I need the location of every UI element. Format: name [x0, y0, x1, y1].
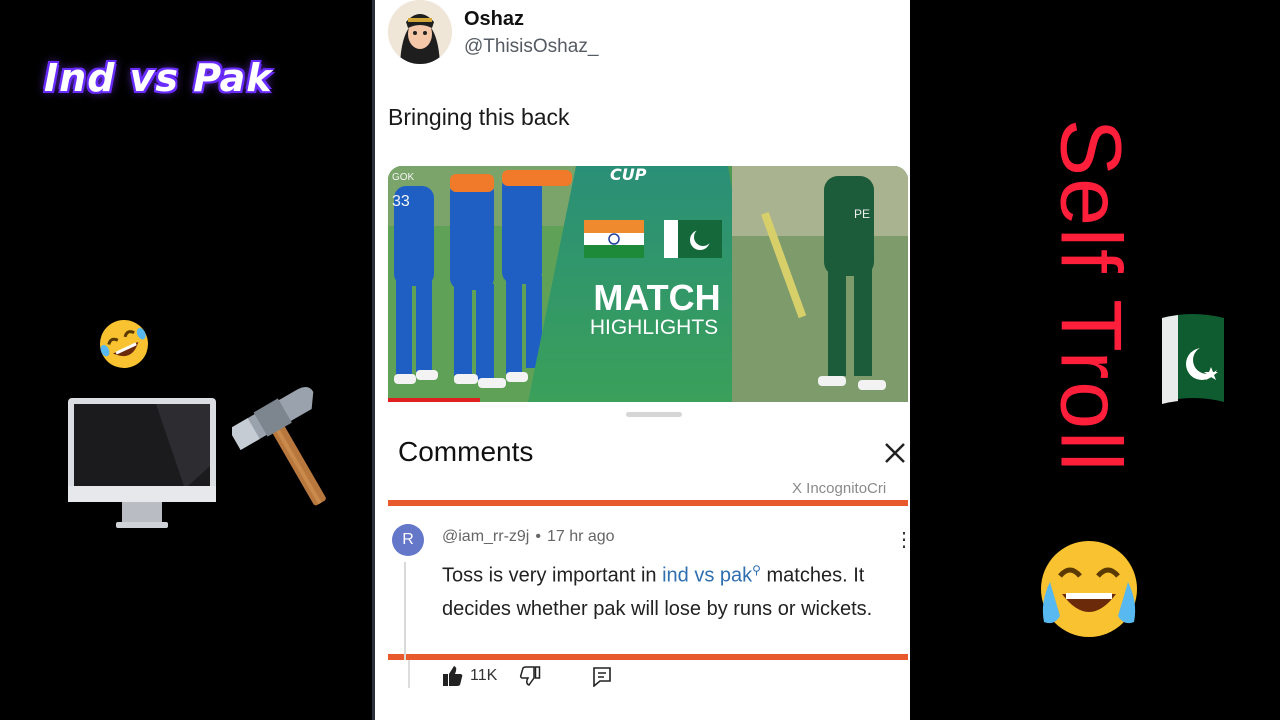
thumbs-down-icon[interactable] [519, 665, 541, 687]
thumbs-up-icon[interactable] [442, 665, 464, 687]
svg-text:CUP: CUP [610, 166, 647, 184]
video-progress-bar[interactable] [388, 398, 480, 402]
ind-vs-pak-caption: Ind vs Pak [44, 56, 273, 100]
pakistan-flag-icon [1162, 314, 1224, 404]
comment-username[interactable]: @iam_rr-z9j [442, 528, 529, 545]
user-handle[interactable]: @ThisisOshaz_ [464, 36, 598, 58]
search-link[interactable]: ind vs pak [662, 565, 752, 587]
svg-text:33: 33 [392, 193, 410, 210]
more-vert-icon[interactable]: ⋮ [894, 530, 910, 550]
like-count: 11K [470, 667, 498, 684]
thread-line-bottom [408, 660, 410, 688]
svg-text:GOK: GOK [392, 172, 415, 183]
search-mark-icon: ⚲ [752, 563, 761, 577]
close-icon[interactable] [880, 438, 910, 468]
post-text: Bringing this back [388, 104, 570, 130]
comment-time: 17 hr ago [546, 528, 615, 545]
joy-emoji-icon [1041, 541, 1137, 637]
svg-text:MATCH: MATCH [593, 277, 720, 318]
comment-meta: @iam_rr-z9j • 17 hr ago [442, 528, 615, 545]
comment-item: R @iam_rr-z9j • 17 hr ago ⋮ Toss is very i… [388, 500, 910, 660]
match-highlights-thumbnail[interactable]: 33 GOK CUP MATCH HIGHLIGHTS PE [388, 166, 908, 402]
avatar[interactable] [388, 0, 452, 64]
monitor-icon [68, 398, 216, 528]
hammer-icon [232, 387, 326, 506]
thread-line [404, 562, 406, 660]
rofl-emoji-icon [100, 320, 148, 368]
tweet-card: Oshaz @ThisisOshaz_ Bringing this back 3… [372, 0, 910, 720]
comment-actions: 11K [442, 664, 613, 688]
comment-text: Toss is very important in ind vs pak⚲ ma… [442, 563, 873, 620]
card-edge [372, 0, 375, 720]
svg-text:PE: PE [854, 207, 870, 221]
reply-icon[interactable] [591, 665, 613, 687]
user-name[interactable]: Oshaz [464, 8, 524, 31]
comment-avatar[interactable]: R [392, 524, 424, 556]
self-troll-caption: Self Troll [1042, 118, 1139, 474]
watermark: X IncognitoCri [792, 480, 887, 497]
drag-handle[interactable] [626, 412, 682, 417]
comments-title: Comments [398, 436, 534, 467]
svg-text:HIGHLIGHTS: HIGHLIGHTS [590, 316, 718, 339]
